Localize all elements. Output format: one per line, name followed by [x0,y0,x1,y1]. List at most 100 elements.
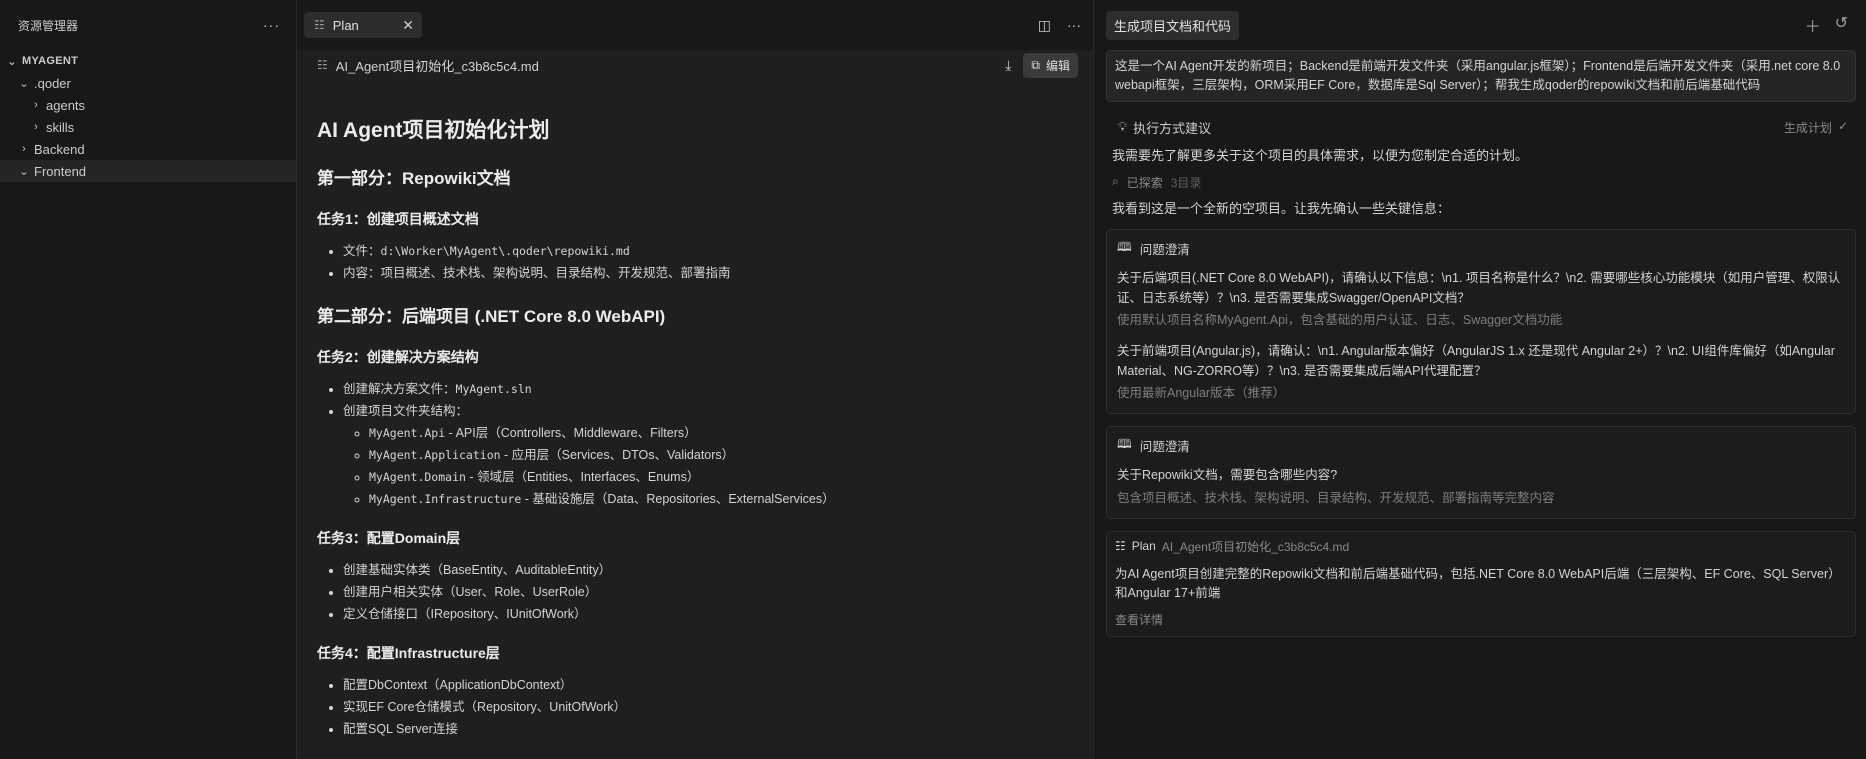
tree-item[interactable]: ⌄ .qoder [0,72,296,94]
project-name: MyAgent.Api [369,426,446,440]
tree-item-label: MYAGENT [22,55,79,67]
section-heading-part1: 第一部分：Repowiki文档 [317,169,511,188]
exec-suggestion-row[interactable]: 💡︎ 执行方式建议 生成计划 ✓ [1106,114,1856,140]
book-icon: 🕮 [1117,437,1132,451]
file-name: AI_Agent项目初始化_c3b8c5c4.md [335,58,539,74]
list-item: MyAgent.Application - 应用层（Services、DTOs、… [369,444,1073,466]
plan-label: Plan [1131,539,1156,553]
tab-plan[interactable]: ☷ Plan ✕ [304,12,422,38]
question-text: 关于后端项目(.NET Core 8.0 WebAPI)，请确认以下信息：\n1… [1117,271,1841,305]
plan-file-icon: ☷ [1115,539,1126,553]
tab-label: Plan [332,17,359,33]
user-prompt[interactable]: 这是一个AI Agent开发的新项目；Backend是前端开发文件夹（采用ang… [1106,50,1856,102]
list-item: MyAgent.Domain - 领域层（Entities、Interfaces… [369,466,1073,488]
chevron-right-icon: › [34,99,38,111]
task4-list: 配置DbContext（ApplicationDbContext）实现EF Co… [317,674,1073,740]
project-desc: - 领域层（Entities、Interfaces、Enums） [465,470,700,484]
file-tree: ⌄ MYAGENT ⌄ .qoder › agents › skills › Backend ⌄ Fr… [0,50,296,182]
tree-item[interactable]: ⌄ Frontend [0,160,296,182]
list-item: 创建解决方案文件：MyAgent.sln [343,378,1073,400]
project-desc: - 应用层（Services、DTOs、Validators） [500,448,735,462]
tree-item[interactable]: › agents [0,94,296,116]
lightbulb-icon: 💡︎ [1118,119,1128,134]
view-details-link[interactable]: 查看详情 [1115,611,1845,628]
sln-label: 创建解决方案文件： [343,382,456,396]
download-icon[interactable]: ⤓ [1005,57,1011,74]
book-icon: 🕮 [1117,240,1132,254]
task-heading-4: 任务4：配置Infrastructure层 [317,645,500,661]
markdown-preview: AI Agent项目初始化计划 第一部分：Repowiki文档 任务1：创建项目… [297,80,1093,759]
chevron-down-icon: ⌄ [19,77,29,90]
plan-card[interactable]: ☷ Plan AI_Agent项目初始化_c3b8c5c4.md 为AI Age… [1106,530,1856,637]
chevron-down-icon: ⌄ [19,165,29,178]
chevron-down-icon: ⌄ [7,55,17,68]
edit-button[interactable]: ⧉ 编辑 [1023,52,1078,78]
split-editor-icon[interactable]: ◫ [1038,17,1051,34]
project-desc: - 基础设施层（Data、Repositories、ExternalServic… [521,492,835,506]
sln-file: MyAgent.sln [455,382,532,396]
list-item: MyAgent.Infrastructure - 基础设施层（Data、Repo… [369,488,1073,510]
editor-tabbar: ☷ Plan ✕ ◫ ··· [297,0,1093,50]
project-name: MyAgent.Infrastructure [369,492,522,506]
plan-file-icon: ☷ [314,18,325,32]
explored-row[interactable]: ⌕ 已探索 3目录 [1106,174,1856,191]
exec-action-label: 生成计划 [1783,120,1832,135]
explored-label: 已探索 [1126,176,1163,190]
task-heading-1: 任务1：创建项目概述文档 [317,211,479,227]
section-heading-part2: 第二部分：后端项目 (.NET Core 8.0 WebAPI) [317,307,666,326]
task2-list: 创建解决方案文件：MyAgent.sln 创建项目文件夹结构： MyAgent.… [317,378,1073,510]
list-item: 创建用户相关实体（User、Role、UserRole） [343,581,1073,603]
more-actions-icon[interactable]: ··· [263,17,280,33]
question-text: 关于前端项目(Angular.js)，请确认：\n1. Angular版本偏好（… [1117,344,1835,378]
tree-item-label: agents [46,97,86,113]
external-edit-icon: ⧉ [1031,57,1040,72]
file-header: ☷ AI_Agent项目初始化_c3b8c5c4.md ⤓ ⧉ 编辑 [297,50,1093,80]
task-heading-2: 任务2：创建解决方案结构 [317,349,479,365]
assistant-message: 我看到这是一个全新的空项目。让我先确认一些关键信息： [1112,201,1451,216]
markdown-file-icon: ☷ [317,58,328,72]
clarify-card: 🕮 问题澄清 关于后端项目(.NET Core 8.0 WebAPI)，请确认以… [1106,229,1856,414]
doc-title: AI Agent项目初始化计划 [317,119,550,142]
explorer-panel: 资源管理器 ··· ⌄ MYAGENT ⌄ .qoder › agents › skills ›… [0,0,297,759]
editor-panel: ☷ Plan ✕ ◫ ··· ☷ AI_Agent项目初始化_c3b8c5c4.… [297,0,1094,759]
clarify-card: 🕮 问题澄清 关于Repowiki文档，需要包含哪些内容? 包含项目概述、技术栈… [1106,426,1856,519]
chat-title[interactable]: 生成项目文档和代码 [1106,10,1240,40]
project-name: MyAgent.Domain [369,470,466,484]
search-icon: ⌕ [1112,174,1119,188]
question-text: 关于Repowiki文档，需要包含哪些内容? [1117,468,1338,482]
list-item: 创建基础实体类（BaseEntity、AuditableEntity） [343,559,1073,581]
chevron-right-icon: › [22,143,26,155]
explorer-header: 资源管理器 ··· [0,0,296,50]
plus-icon[interactable]: ＋ [1805,13,1821,37]
check-icon: ✓ [1837,118,1848,133]
list-item: 配置SQL Server连接 [343,718,1073,740]
tree-item[interactable]: › skills [0,116,296,138]
tree-item-label: skills [46,119,75,135]
tree-item-label: Backend [34,141,85,157]
list-item: 实现EF Core仓储模式（Repository、UnitOfWork） [343,696,1073,718]
task1-list: 文件：d:\Worker\MyAgent\.qoder\repowiki.md … [317,240,1073,284]
answer-text: 使用最新Angular版本（推荐） [1117,386,1286,400]
chat-panel: 生成项目文档和代码 ＋ ↺ 这是一个AI Agent开发的新项目；Backend… [1094,0,1866,759]
tree-item[interactable]: ⌄ MYAGENT [0,50,296,72]
close-icon[interactable]: ✕ [402,17,414,34]
tree-item-label: Frontend [34,163,87,179]
list-item: 配置DbContext（ApplicationDbContext） [343,674,1073,696]
assistant-intro: 我需要先了解更多关于这个项目的具体需求，以便为您制定合适的计划。 [1112,148,1529,163]
list-item: 创建项目文件夹结构： MyAgent.Api - API层（Controller… [343,400,1073,510]
task-heading-3: 任务3：配置Domain层 [317,530,461,546]
tree-item[interactable]: › Backend [0,138,296,160]
plan-file-name[interactable]: AI_Agent项目初始化_c3b8c5c4.md [1162,538,1349,555]
chat-body: 这是一个AI Agent开发的新项目；Backend是前端开发文件夹（采用ang… [1094,50,1866,637]
more-actions-icon[interactable]: ··· [1067,17,1081,34]
chevron-right-icon: › [34,121,38,133]
project-desc: - API层（Controllers、Middleware、Filters） [445,426,697,440]
project-name: MyAgent.Application [369,448,501,462]
explored-count: 3目录 [1170,176,1202,190]
list-item: MyAgent.Api - API层（Controllers、Middlewar… [369,422,1073,444]
exec-label: 执行方式建议 [1133,120,1212,136]
explorer-title: 资源管理器 [18,18,79,33]
history-icon[interactable]: ↺ [1835,13,1848,37]
chat-header: 生成项目文档和代码 ＋ ↺ [1094,0,1866,50]
task3-list: 创建基础实体类（BaseEntity、AuditableEntity）创建用户相… [317,559,1073,625]
